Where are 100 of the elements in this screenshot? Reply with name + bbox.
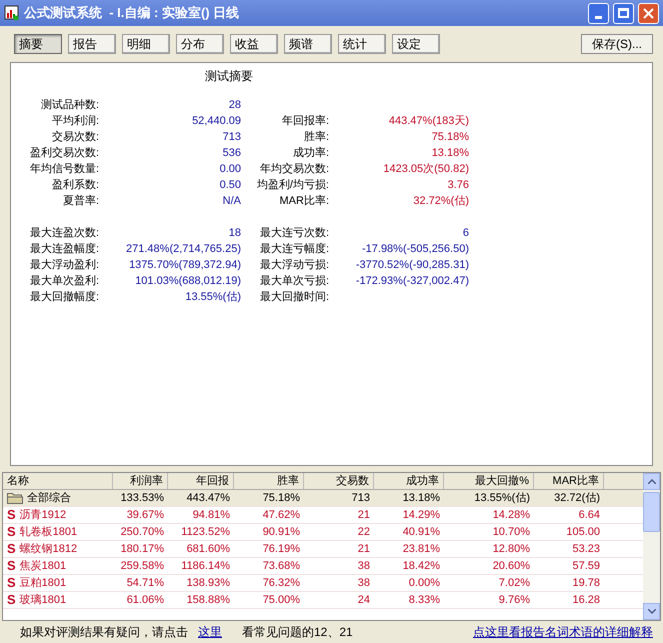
maximize-button[interactable] (613, 2, 634, 24)
table-cell-text: 713 (350, 490, 371, 506)
table-cell-text: 105.00 (565, 524, 601, 540)
tab[interactable]: 摘要 (14, 34, 62, 54)
table-cell-text: 158.88% (186, 592, 231, 608)
column-header[interactable]: 成功率 (374, 473, 444, 489)
tab[interactable]: 报告 (68, 34, 116, 54)
table-cell-text: 47.62% (262, 508, 301, 523)
instrument-name[interactable]: 轧卷板1801 (20, 524, 78, 540)
instrument-marker: S (7, 557, 16, 576)
table-cell-text: 32.72(估) (553, 490, 601, 506)
summary-title: 测试摘要 (205, 68, 253, 85)
table-cell-text: 90.91% (262, 524, 301, 540)
close-button[interactable] (638, 2, 659, 24)
column-header[interactable]: 利润率 (113, 473, 168, 489)
instrument-name[interactable]: 螺纹钢1812 (20, 540, 78, 558)
stat-label: 盈利系数: (50, 178, 99, 193)
table-cell-text: 54.71% (126, 576, 165, 591)
table-cell-text: 10.70% (492, 524, 531, 540)
chart-icon (4, 5, 20, 21)
help-link[interactable]: 这里 (198, 623, 222, 641)
table-cell-text: 9.76% (498, 592, 531, 608)
tab[interactable]: 频谱 (284, 34, 332, 54)
table-cell-text: 1123.52% (180, 524, 231, 540)
stat-label: 最大单次亏损: (258, 274, 329, 289)
stat-label: 最大单次盈利: (28, 274, 99, 289)
table-cell-text: 443.47% (186, 490, 231, 506)
folder-icon (7, 492, 23, 504)
stat-label: 测试品种数: (40, 98, 99, 113)
glossary-link[interactable]: 点这里看报告名词术语的详细解释 (473, 623, 653, 641)
tab[interactable]: 设定 (392, 34, 440, 54)
table-cell-text: 19.78 (571, 576, 601, 591)
column-header[interactable]: 名称 (3, 473, 113, 489)
window-title: 公式测试系统 - I.自编 : 实验室() 日线 (24, 4, 240, 22)
save-button[interactable]: 保存(S)... (581, 34, 653, 54)
stat-label: 胜率: (302, 130, 329, 145)
table-cell-text: 14.28% (492, 508, 531, 523)
table-cell-text: 57.59 (571, 558, 601, 574)
table-cell-text: 73.68% (262, 558, 301, 574)
faq-note: 看常见问题的12、21 (242, 624, 354, 641)
table-cell-text: 23.81% (402, 542, 441, 557)
stat-label: 最大连盈次数: (28, 226, 99, 241)
minimize-button[interactable] (588, 2, 609, 24)
column-header[interactable]: 最大回撤% (444, 473, 534, 489)
instrument-name[interactable]: 豆粕1801 (20, 574, 66, 592)
table-cell-text: 75.00% (262, 592, 301, 608)
tab[interactable]: 分布 (176, 34, 224, 54)
stat-value: 443.47%(183天) (388, 114, 469, 129)
scroll-up-icon[interactable] (648, 479, 656, 484)
instrument-name[interactable]: 玻璃1801 (20, 592, 66, 608)
table-cell-text: 6.64 (578, 508, 601, 523)
column-header[interactable]: MAR比率 (534, 473, 604, 489)
stat-label: MAR比率: (278, 194, 329, 209)
instrument-name[interactable]: 沥青1912 (20, 506, 66, 524)
stat-value: -17.98%(-505,256.50) (360, 242, 469, 257)
table-cell-text: 94.81% (192, 508, 231, 523)
stat-value: 0.00 (218, 162, 241, 177)
stat-value: 713 (222, 130, 241, 145)
tab[interactable]: 统计 (338, 34, 386, 54)
stat-label: 夏普率: (62, 194, 99, 209)
column-header[interactable]: 年回报 (168, 473, 234, 489)
table-cell-text: 0.00% (408, 576, 441, 591)
stat-label: 最大连亏幅度: (258, 242, 329, 257)
stat-label: 均盈利/均亏损: (256, 178, 329, 193)
table-cell-text: 133.53% (120, 490, 165, 506)
stat-value: 52,440.09 (191, 114, 241, 129)
stat-value: 536 (222, 146, 241, 161)
table-cell-text: 24 (356, 592, 371, 608)
column-header[interactable]: 胜率 (234, 473, 304, 489)
scrollbar[interactable] (643, 473, 660, 620)
stat-value: 28 (228, 98, 241, 113)
table-cell-text: 180.17% (120, 542, 165, 557)
stat-label: 平均利润: (50, 114, 99, 129)
table-cell-text: 20.60% (492, 558, 531, 574)
stat-value: 0.50 (218, 178, 241, 193)
table-cell-text: 7.02% (498, 576, 531, 591)
instrument-marker: S (7, 523, 16, 542)
scroll-down-icon[interactable] (648, 609, 656, 614)
instrument-marker: S (7, 591, 16, 610)
table-cell-text: 75.18% (262, 490, 301, 506)
tab[interactable]: 明细 (122, 34, 170, 54)
stat-value: 1375.70%(789,372.94) (128, 258, 241, 273)
stat-value: 13.55%(估) (184, 290, 241, 305)
stat-label: 最大连盈幅度: (28, 242, 99, 257)
table-cell-text: 13.18% (402, 490, 441, 506)
table-cell-text: 12.80% (492, 542, 531, 557)
table-cell-text: 39.67% (126, 508, 165, 523)
table-cell-text: 681.60% (186, 542, 231, 557)
stat-value: 101.03%(688,012.19) (134, 274, 241, 289)
table-cell-text: 13.55%(估) (473, 490, 531, 506)
tab[interactable]: 收益 (230, 34, 278, 54)
table-cell-text: 259.58% (120, 558, 165, 574)
instrument-name[interactable]: 焦炭1801 (20, 558, 66, 574)
instrument-marker: S (7, 574, 16, 592)
column-header[interactable]: 交易数 (304, 473, 374, 489)
table-cell-text: 21 (356, 542, 371, 557)
stat-label: 年回报率: (280, 114, 329, 129)
stat-label: 成功率: (292, 146, 329, 161)
instrument-name[interactable]: 全部综合 (27, 490, 71, 506)
table-cell-text: 8.33% (408, 592, 441, 608)
